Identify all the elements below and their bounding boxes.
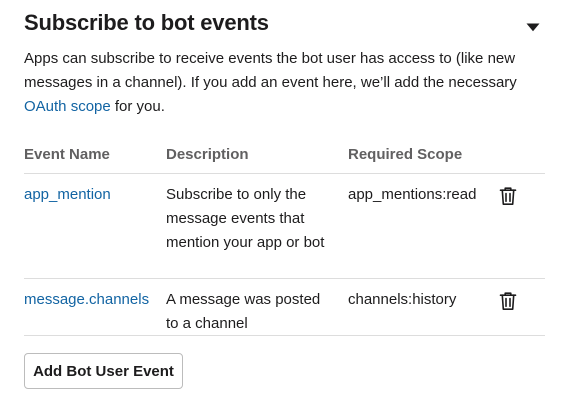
column-header-required-scope: Required Scope	[348, 146, 463, 163]
caret-down-icon	[526, 23, 540, 31]
section-description: Apps can subscribe to receive events the…	[24, 47, 544, 119]
event-required-scope: app_mentions:read	[348, 186, 477, 203]
delete-event-button[interactable]	[499, 291, 517, 311]
trash-icon	[499, 292, 517, 310]
event-required-scope: channels:history	[348, 291, 457, 308]
description-text-end: for you.	[110, 98, 165, 115]
add-bot-user-event-button[interactable]: Add Bot User Event	[24, 353, 183, 389]
bot-events-section: Subscribe to bot events Apps can subscri…	[0, 0, 565, 412]
events-table: Event Name Description Required Scope ap…	[24, 140, 545, 336]
table-header: Event Name Description Required Scope	[24, 140, 545, 174]
event-name-link[interactable]: message.channels	[24, 288, 159, 312]
event-description: Subscribe to only the message events tha…	[166, 186, 325, 251]
event-description: A message was posted to a channel	[166, 291, 321, 332]
column-header-event-name: Event Name	[24, 146, 110, 163]
section-title: Subscribe to bot events	[24, 10, 269, 35]
table-row: app_mention Subscribe to only the messag…	[24, 174, 545, 279]
table-row: message.channels A message was posted to…	[24, 279, 545, 336]
event-name-link[interactable]: app_mention	[24, 183, 159, 207]
collapse-toggle-button[interactable]	[522, 16, 544, 38]
column-header-description: Description	[166, 146, 249, 163]
trash-icon	[499, 187, 517, 205]
description-text: Apps can subscribe to receive events the…	[24, 50, 517, 91]
delete-event-button[interactable]	[499, 186, 517, 206]
oauth-scope-link[interactable]: OAuth scope	[24, 98, 111, 115]
